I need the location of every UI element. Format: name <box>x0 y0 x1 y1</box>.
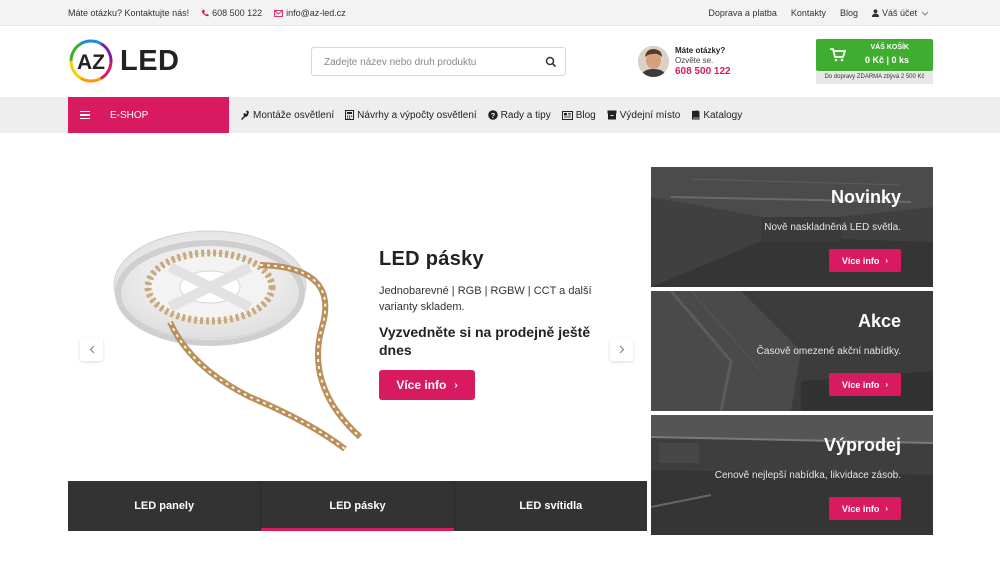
category-tabs: LED panely LED pásky LED svítidla <box>68 481 647 531</box>
nav-item-blog[interactable]: Blog <box>561 110 596 121</box>
promo-text: Cenově nejlepší nabídka, likvidace zásob… <box>714 470 901 481</box>
nav-item-navrhy[interactable]: Návrhy a výpočty osvětlení <box>345 110 477 121</box>
top-phone-link[interactable]: 608 500 122 <box>201 8 262 18</box>
tab-led-panely[interactable]: LED panely <box>68 481 262 531</box>
chevron-right-icon <box>619 345 624 354</box>
logo-led-text: LED <box>120 44 180 77</box>
envelope-icon <box>274 9 284 17</box>
phone-icon <box>201 9 209 17</box>
cart-value: 0 Kč | 0 ks <box>864 55 909 65</box>
cart-icon <box>830 48 846 62</box>
hero-description: Jednobarevné | RGB | RGBW | CCT a další … <box>379 285 592 313</box>
site-logo[interactable]: AZ LED <box>68 38 180 84</box>
search-icon[interactable] <box>545 56 557 68</box>
cart-title: VÁŠ KOŠÍK <box>870 44 909 51</box>
hero-slider: LED pásky Jednobarevné | RGB | RGBW | CC… <box>68 167 647 481</box>
wrench-icon <box>241 110 249 120</box>
chevron-right-icon: › <box>885 380 889 389</box>
logo-az-mark: AZ <box>68 38 114 84</box>
search-input[interactable] <box>324 54 529 70</box>
calculator-icon <box>345 110 355 120</box>
top-email-link[interactable]: info@az-led.cz <box>274 8 346 18</box>
led-strip-reel-image <box>113 230 363 452</box>
chevron-left-icon <box>89 345 94 354</box>
cart-button[interactable]: VÁŠ KOŠÍK 0 Kč | 0 ks <box>816 39 933 71</box>
promo-more-info-button[interactable]: Více info › <box>829 497 901 520</box>
top-link-doprava[interactable]: Doprava a platba <box>708 8 777 18</box>
top-link-blog[interactable]: Blog <box>840 8 858 18</box>
slider-prev-button[interactable] <box>80 338 103 361</box>
tab-led-svitidla[interactable]: LED svítidla <box>455 481 647 531</box>
promo-title: Akce <box>857 311 901 331</box>
chevron-right-icon: › <box>885 256 889 265</box>
promo-text: Nově naskladněná LED světla. <box>764 222 901 233</box>
top-link-kontakty[interactable]: Kontakty <box>791 8 826 18</box>
promo-title: Výprodej <box>823 435 901 455</box>
question-circle-icon: ? <box>487 110 498 120</box>
avatar <box>638 46 669 77</box>
hamburger-icon <box>80 109 90 122</box>
chevron-right-icon: › <box>454 379 458 391</box>
contact-question: Máte otázky? <box>675 46 726 55</box>
account-menu[interactable]: Váš účet <box>871 8 932 18</box>
box-icon <box>607 110 617 120</box>
promo-tile-vyprodej[interactable]: Výprodej Cenově nejlepší nabídka, likvid… <box>651 415 933 535</box>
slider-next-button[interactable] <box>610 338 633 361</box>
promo-tile-akce[interactable]: Akce Časově omezené akční nabídky. Více … <box>651 291 933 411</box>
eshop-menu-button[interactable]: E-SHOP <box>68 97 229 133</box>
promo-title: Novinky <box>830 187 901 207</box>
promo-tile-novinky[interactable]: Novinky Nově naskladněná LED světla. Víc… <box>651 167 933 287</box>
book-icon <box>692 110 700 120</box>
promo-more-info-button[interactable]: Více info › <box>829 373 901 396</box>
newspaper-icon <box>561 110 573 120</box>
contact-call: Ozvěte se. <box>675 56 714 65</box>
hero-title: LED pásky <box>379 248 484 270</box>
promo-more-info-button[interactable]: Více info › <box>829 249 901 272</box>
nav-item-vydejni[interactable]: Výdejní místo <box>607 110 680 121</box>
promo-text: Časově omezené akční nabídky. <box>756 346 901 357</box>
chevron-down-icon <box>921 11 929 16</box>
main-nav: E-SHOP Montáže osvětlení Návrhy a výpočt… <box>0 97 1000 133</box>
svg-text:?: ? <box>491 113 495 120</box>
hero-more-info-button[interactable]: Více info › <box>379 370 475 400</box>
nav-item-montaze[interactable]: Montáže osvětlení <box>240 110 334 121</box>
hero-subtitle: Vyzvedněte si na prodejně ještě dnes <box>379 324 591 358</box>
contact-phone[interactable]: 608 500 122 <box>675 66 731 77</box>
top-bar: Máte otázku? Kontaktujte nás! 608 500 12… <box>0 0 1000 26</box>
chevron-right-icon: › <box>885 504 889 513</box>
top-question: Máte otázku? Kontaktujte nás! <box>68 8 190 18</box>
contact-block: Máte otázky? Ozvěte se. 608 500 122 <box>638 45 748 79</box>
tab-led-pasky[interactable]: LED pásky <box>261 481 455 531</box>
nav-item-katalogy[interactable]: Katalogy <box>691 110 742 121</box>
search-box <box>311 47 566 76</box>
svg-text:AZ: AZ <box>77 51 105 74</box>
user-icon <box>871 9 879 17</box>
nav-item-rady[interactable]: ? Rady a tipy <box>487 110 551 121</box>
free-shipping-note: Do dopravy ZDARMA zbývá 2 500 Kč <box>816 71 933 84</box>
